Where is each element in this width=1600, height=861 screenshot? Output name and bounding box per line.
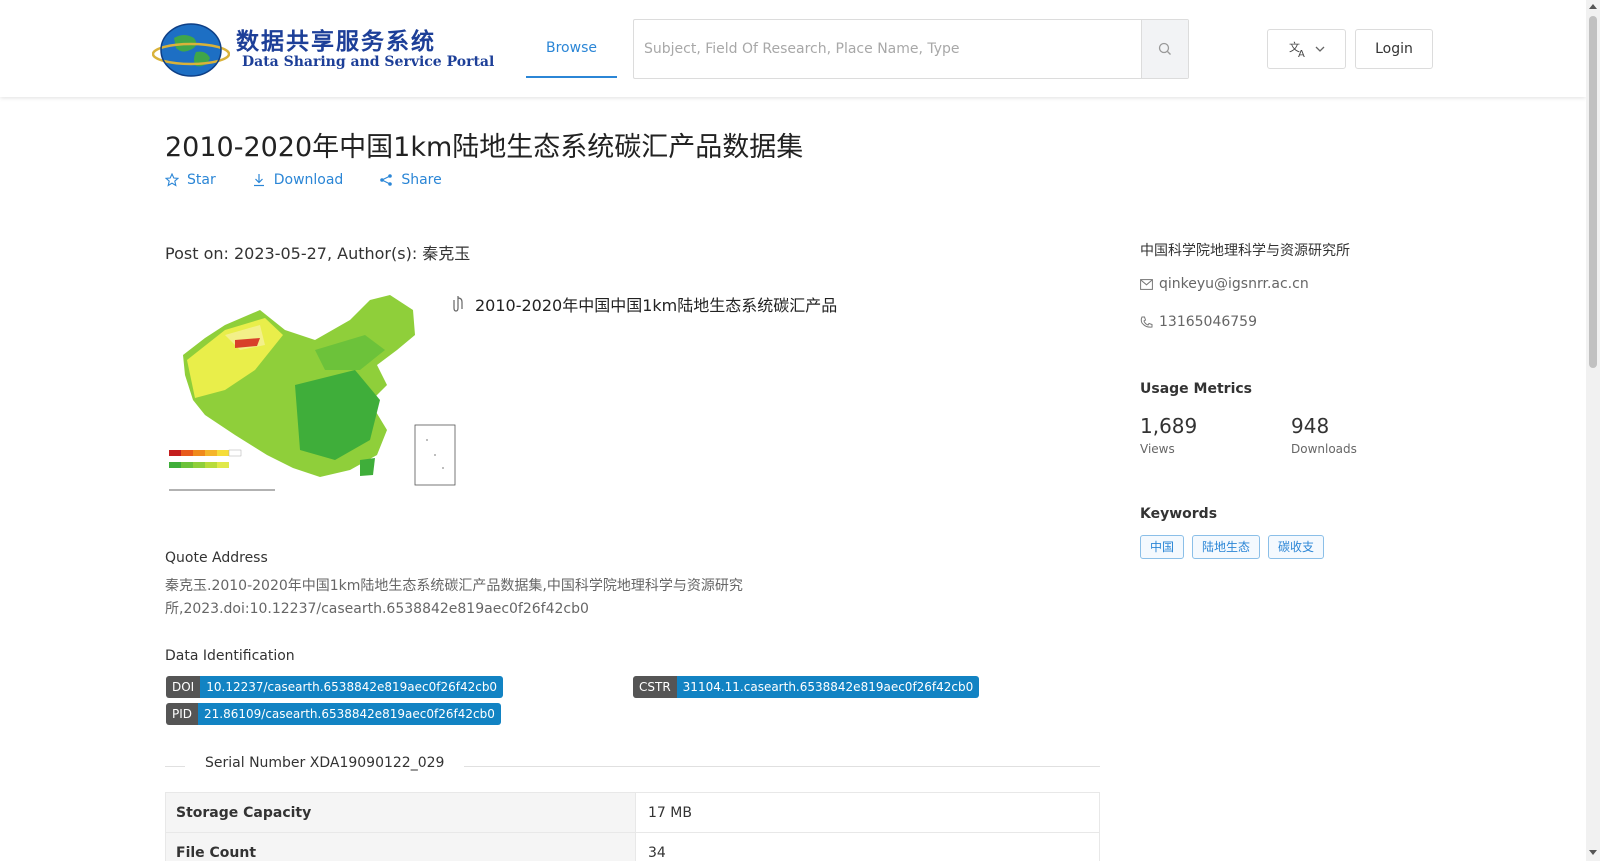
logo-english-text: Data Sharing and Service Portal <box>242 54 495 70</box>
globe-logo-icon <box>152 23 230 77</box>
download-label: Download <box>273 172 344 188</box>
doi-tag[interactable]: DOI 10.12237/casearth.6538842e819aec0f26… <box>166 676 504 698</box>
phone-text: 13165046759 <box>1159 314 1257 330</box>
views-label: Views <box>1140 442 1175 456</box>
share-icon <box>380 174 393 186</box>
contact-email[interactable]: qinkeyu@igsnrr.ac.cn <box>1140 276 1309 292</box>
organization-name: 中国科学院地理科学与资源研究所 <box>1140 243 1350 259</box>
download-button[interactable]: Download <box>252 172 344 188</box>
table-row: Storage Capacity 17 MB <box>166 793 1099 833</box>
svg-text:A: A <box>1298 49 1305 58</box>
star-icon <box>165 173 179 187</box>
quote-address-text: 秦克玉.2010-2020年中国1km陆地生态系统碳汇产品数据集,中国科学院地理… <box>165 578 743 617</box>
share-label: Share <box>401 172 442 188</box>
login-button[interactable]: Login <box>1355 29 1433 69</box>
data-file-name: 2010-2020年中国中国1km陆地生态系统碳汇产品 <box>475 296 838 315</box>
doi-value: 10.12237/casearth.6538842e819aec0f26f42c… <box>200 676 504 698</box>
logo-chinese-text: 数据共享服务系统 <box>236 29 436 55</box>
carbon-sink-map-image <box>169 295 456 491</box>
downloads-label: Downloads <box>1291 442 1357 456</box>
search-box <box>633 19 1189 79</box>
pid-key: PID <box>166 703 199 725</box>
usage-metrics-heading: Usage Metrics <box>1140 381 1252 397</box>
language-switcher[interactable]: 文 A <box>1267 29 1346 69</box>
downloads-metric: 948 Downloads <box>1291 414 1357 456</box>
keyword-list: 中国 陆地生态 碳收支 <box>1140 535 1325 559</box>
quote-address-label: Quote Address <box>165 550 268 566</box>
dataset-actions: Star Download Share <box>165 172 478 188</box>
pid-value: 21.86109/casearth.6538842e819aec0f26f42c… <box>198 703 501 725</box>
phone-icon <box>1140 316 1153 328</box>
share-button[interactable]: Share <box>379 172 442 188</box>
star-label: Star <box>187 172 216 188</box>
email-text: qinkeyu@igsnrr.ac.cn <box>1159 276 1309 292</box>
page: 数据共享服务系统 Data Sharing and Service Portal… <box>0 0 1600 861</box>
paperclip-icon <box>453 296 463 312</box>
nav-browse-tab[interactable]: Browse <box>526 18 617 78</box>
data-identification-label: Data Identification <box>165 648 295 664</box>
table-key: File Count <box>166 833 636 861</box>
download-icon <box>253 174 264 187</box>
search-input[interactable] <box>634 20 1142 78</box>
downloads-count: 948 <box>1291 414 1330 438</box>
page-scrollbar[interactable] <box>1586 0 1600 861</box>
doi-key: DOI <box>166 676 201 698</box>
cstr-tag[interactable]: CSTR 31104.11.casearth.6538842e819aec0f2… <box>633 676 980 698</box>
star-button[interactable]: Star <box>165 172 216 188</box>
post-info: Post on: 2023-05-27, Author(s): 秦克玉 <box>165 244 471 263</box>
scroll-down-arrow-icon[interactable] <box>1589 850 1597 855</box>
cstr-value: 31104.11.casearth.6538842e819aec0f26f42c… <box>676 676 980 698</box>
dataset-title: 2010-2020年中国1km陆地生态系统碳汇产品数据集 <box>165 132 804 163</box>
top-navbar: 数据共享服务系统 Data Sharing and Service Portal… <box>0 0 1586 97</box>
scrollbar-thumb[interactable] <box>1589 16 1597 368</box>
keyword-tag[interactable]: 陆地生态 <box>1192 535 1261 559</box>
cstr-key: CSTR <box>633 676 677 698</box>
keyword-tag[interactable]: 中国 <box>1140 535 1185 559</box>
contact-phone[interactable]: 13165046759 <box>1140 314 1257 330</box>
table-row: File Count 34 <box>166 833 1099 861</box>
table-value: 17 MB <box>648 805 692 821</box>
mail-icon <box>1140 278 1153 290</box>
portal-logo[interactable]: 数据共享服务系统 Data Sharing and Service Portal <box>152 18 494 80</box>
views-count: 1,689 <box>1140 414 1198 438</box>
search-button[interactable] <box>1141 20 1188 78</box>
keywords-heading: Keywords <box>1140 506 1218 522</box>
keyword-tag[interactable]: 碳收支 <box>1268 535 1325 559</box>
serial-number: Serial Number XDA19090122_029 <box>185 755 465 771</box>
chevron-down-icon <box>1315 46 1324 52</box>
pid-tag[interactable]: PID 21.86109/casearth.6538842e819aec0f26… <box>166 703 501 725</box>
table-key: Storage Capacity <box>166 793 636 832</box>
data-file-title: 2010-2020年中国中国1km陆地生态系统碳汇产品 <box>453 292 837 316</box>
table-value: 34 <box>648 845 666 861</box>
search-icon <box>1158 42 1171 55</box>
scroll-up-arrow-icon[interactable] <box>1589 4 1597 9</box>
translate-icon: 文 A <box>1289 40 1305 58</box>
views-metric: 1,689 Views <box>1140 414 1197 456</box>
dataset-info-table: Storage Capacity 17 MB File Count 34 <box>165 792 1100 861</box>
